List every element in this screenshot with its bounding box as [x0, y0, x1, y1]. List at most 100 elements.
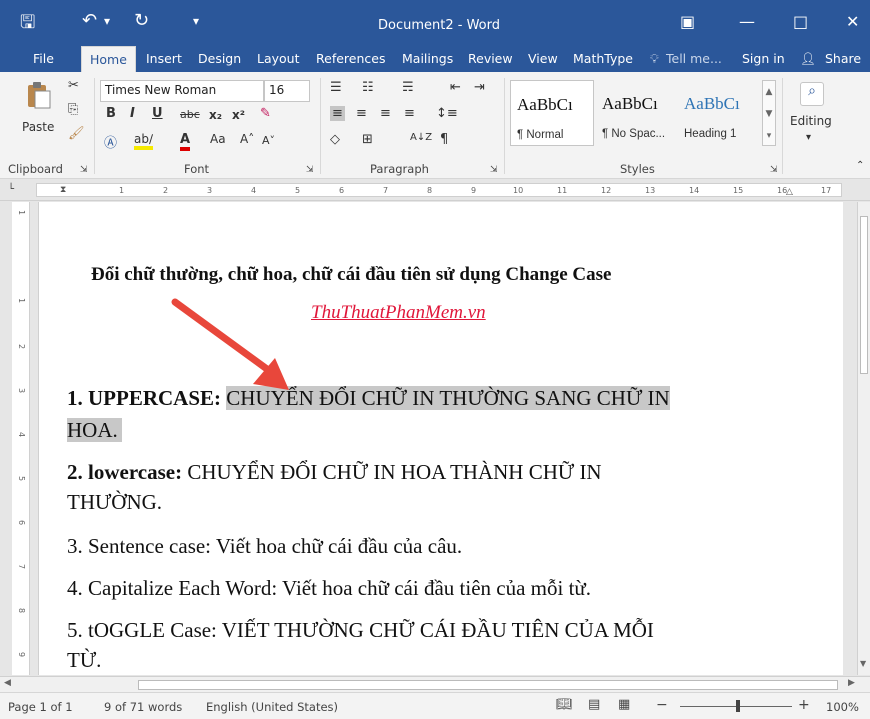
tab-home[interactable]: Home [81, 46, 136, 72]
minimize-icon[interactable]: — [739, 12, 755, 31]
left-indent-marker[interactable]: ⧗ [60, 185, 66, 195]
show-formatting-button[interactable]: ¶ [440, 132, 448, 147]
format-painter-icon[interactable]: 🖌︎ [68, 126, 85, 141]
align-left-icon[interactable]: ≡ [330, 106, 345, 121]
shading-icon[interactable]: ◇ [330, 132, 340, 147]
style-normal[interactable]: AaBbCı ¶ Normal [510, 80, 594, 146]
paragraph-lowercase-cont[interactable]: THƯỜNG. [67, 488, 162, 517]
line-spacing-icon[interactable]: ↕≡ [436, 106, 458, 121]
sort-button[interactable]: A↓Z [410, 132, 432, 143]
selected-text[interactable]: HOA. [67, 418, 122, 442]
undo-icon[interactable]: ↶ [82, 10, 97, 31]
clear-formatting-icon[interactable]: ✎ [260, 106, 271, 121]
share-button[interactable]: Share [825, 51, 861, 66]
word-count[interactable]: 9 of 71 words [104, 700, 182, 714]
subscript-button[interactable]: x₂ [209, 108, 222, 122]
collapse-ribbon-icon[interactable]: ⌃ [856, 160, 864, 171]
style-no-spacing[interactable]: AaBbCı ¶ No Spac... [596, 80, 680, 146]
zoom-level[interactable]: 100% [826, 700, 859, 714]
italic-button[interactable]: I [130, 106, 135, 121]
document-page[interactable]: Đổi chữ thường, chữ hoa, chữ cái đầu tiê… [38, 202, 843, 675]
bold-button[interactable]: B [106, 106, 116, 121]
multilevel-list-icon[interactable]: ☴ [402, 80, 414, 95]
read-mode-icon[interactable]: 📖︎ [556, 697, 573, 712]
scroll-right-icon[interactable]: ▶ [848, 678, 855, 688]
tab-layout[interactable]: Layout [257, 51, 300, 66]
tab-mathtype[interactable]: MathType [573, 51, 633, 66]
tab-view[interactable]: View [528, 51, 558, 66]
bullets-icon[interactable]: ☰ [330, 80, 342, 95]
paragraph-launcher-icon[interactable]: ⇲ [490, 165, 498, 175]
editing-dropdown-icon[interactable]: ▾ [806, 132, 811, 143]
right-indent-marker[interactable]: △ [786, 187, 793, 197]
paste-button[interactable]: Paste [22, 120, 54, 134]
superscript-button[interactable]: x² [232, 108, 245, 122]
change-case-button[interactable]: Aa [210, 132, 226, 146]
vertical-scrollbar[interactable]: ▼ [857, 202, 870, 675]
zoom-in-button[interactable]: + [798, 697, 810, 713]
page-count[interactable]: Page 1 of 1 [8, 700, 73, 714]
sign-in-link[interactable]: Sign in [742, 51, 785, 66]
underline-button[interactable]: U [152, 106, 163, 121]
align-right-icon[interactable]: ≡ [380, 106, 391, 121]
justify-icon[interactable]: ≡ [404, 106, 415, 121]
customize-quick-access-icon[interactable]: ▾ [193, 14, 199, 28]
vertical-scroll-thumb[interactable] [860, 216, 868, 374]
tell-me-search[interactable]: Tell me... [666, 51, 722, 66]
maximize-icon[interactable]: □ [793, 12, 808, 31]
search-icon[interactable]: ⌕ [800, 82, 824, 106]
strikethrough-button[interactable]: abc [180, 108, 200, 121]
redo-icon[interactable]: ↻ [134, 10, 149, 31]
copy-icon[interactable]: ⎘ [68, 102, 78, 117]
numbering-icon[interactable]: ☷ [362, 80, 374, 95]
paragraph-capitalize[interactable]: 4. Capitalize Each Word: Viết hoa chữ cá… [67, 574, 591, 603]
scroll-down-icon[interactable]: ▼ [860, 659, 866, 668]
tab-file[interactable]: File [33, 51, 54, 66]
scroll-left-icon[interactable]: ◀ [4, 678, 11, 688]
grow-font-button[interactable]: A˄ [240, 132, 254, 146]
highlight-icon[interactable]: ab∕ [134, 132, 154, 150]
clipboard-launcher-icon[interactable]: ⇲ [80, 165, 88, 175]
web-layout-icon[interactable]: ▦ [618, 697, 630, 712]
zoom-slider-thumb[interactable] [736, 700, 740, 712]
style-heading-1[interactable]: AaBbCı Heading 1 [678, 80, 762, 146]
tab-selector-icon[interactable]: └ [8, 184, 14, 195]
paragraph-sentence-case[interactable]: 3. Sentence case: Viết hoa chữ cái đầu c… [67, 532, 462, 561]
shrink-font-button[interactable]: A˅ [262, 134, 275, 147]
cut-icon[interactable]: ✂ [68, 78, 79, 93]
zoom-out-button[interactable]: − [656, 697, 668, 713]
paragraph-uppercase-cont[interactable]: HOA. [67, 416, 122, 445]
font-color-button[interactable]: A [180, 132, 191, 151]
tab-design[interactable]: Design [198, 51, 241, 66]
font-name-combo[interactable]: Times New Roman [100, 80, 264, 102]
ribbon-display-options-icon[interactable]: ▣ [680, 12, 695, 31]
tab-mailings[interactable]: Mailings [402, 51, 453, 66]
horizontal-scroll-thumb[interactable] [138, 680, 838, 690]
save-icon[interactable]: 🖫 [20, 10, 35, 40]
close-icon[interactable]: ✕ [846, 12, 859, 31]
horizontal-scrollbar[interactable]: ◀ ▶ [0, 676, 870, 692]
borders-icon[interactable]: ⊞ [362, 132, 373, 147]
styles-scroll[interactable]: ▲ ▼ ▾ [762, 80, 776, 146]
paragraph-uppercase[interactable]: 1. UPPERCASE: CHUYỂN ĐỔI CHỮ IN THƯỜNG S… [67, 384, 670, 413]
language-status[interactable]: English (United States) [206, 700, 338, 714]
paragraph-toggle-case[interactable]: 5. tOGGLE Case: VIẾT THƯỜNG CHỮ CÁI ĐẦU … [67, 616, 654, 645]
undo-dropdown-icon[interactable]: ▾ [104, 14, 110, 28]
document-link[interactable]: ThuThuatPhanMem.vn [311, 300, 486, 327]
font-size-combo[interactable]: 16 [264, 80, 310, 102]
tab-references[interactable]: References [316, 51, 385, 66]
print-layout-icon[interactable]: ▤ [588, 697, 600, 712]
paragraph-toggle-case-cont[interactable]: TỪ. [67, 646, 101, 675]
ruler-strip[interactable]: 1 2 3 4 5 6 7 8 9 10 11 12 13 14 15 16 1… [36, 183, 842, 197]
paste-icon[interactable] [24, 80, 54, 110]
decrease-indent-icon[interactable]: ⇤ [450, 80, 461, 95]
tab-insert[interactable]: Insert [146, 51, 182, 66]
document-heading[interactable]: Đổi chữ thường, chữ hoa, chữ cái đầu tiê… [91, 262, 611, 289]
paragraph-lowercase[interactable]: 2. lowercase: CHUYỂN ĐỔI CHỮ IN HOA THÀN… [67, 458, 602, 487]
font-launcher-icon[interactable]: ⇲ [306, 165, 314, 175]
editing-button[interactable]: Editing [790, 114, 832, 128]
styles-launcher-icon[interactable]: ⇲ [770, 165, 778, 175]
tab-review[interactable]: Review [468, 51, 513, 66]
align-center-icon[interactable]: ≡ [356, 106, 367, 121]
increase-indent-icon[interactable]: ⇥ [474, 80, 485, 95]
